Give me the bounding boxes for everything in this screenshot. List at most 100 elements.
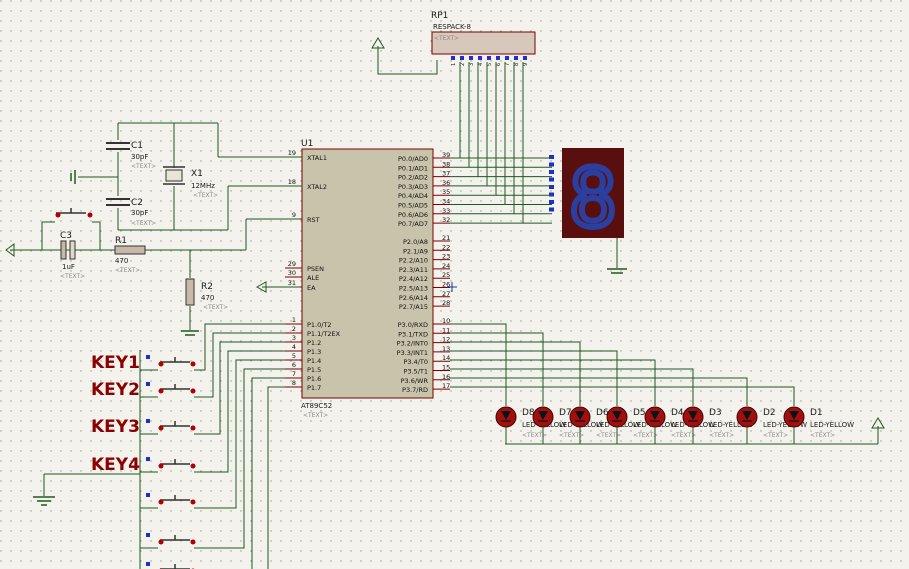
u1-right-pin-name: P3.7/RD (402, 386, 428, 394)
u1-right-pin-number: 34 (442, 198, 450, 206)
u1-right-pin-name: P0.4/AD4 (398, 192, 428, 200)
c3-value: 1uF (62, 263, 75, 271)
u1-left-pin-name: P1.5 (307, 366, 321, 374)
u1-right-pin-name: P3.2/INT0 (397, 340, 428, 348)
u1-right-pin-number: 38 (442, 160, 450, 168)
led-ref: D3 (709, 408, 722, 418)
led-text: <TEXT> (671, 432, 696, 439)
u1-left-pin-name: P1.2 (307, 339, 321, 347)
key-pin-marker (146, 533, 150, 537)
seg-pin-marker (549, 200, 554, 204)
u1-right-pin-number: 36 (442, 179, 450, 187)
u1-right-pin-name: P0.5/AD5 (398, 202, 428, 210)
u1-right-pin-number: 27 (442, 290, 450, 298)
rp1-pin-number: 9 (523, 63, 529, 66)
u1-left-pin-name: XTAL1 (307, 154, 327, 162)
rp1-pin-number: 4 (478, 63, 484, 66)
schematic-canvas[interactable]: RP1 RESPACK-8 <TEXT> 123456789 U1 AT89C5… (0, 0, 909, 569)
u1-left-pin-name: P1.3 (307, 348, 321, 356)
u1-left-pin-number: 29 (288, 260, 296, 268)
c1-text: <TEXT> (131, 163, 156, 170)
r2-value: 470 (201, 294, 214, 302)
key-label-4: KEY4 (91, 455, 140, 475)
r1-value: 470 (115, 257, 128, 265)
u1-right-pin-number: 11 (442, 326, 450, 334)
key-label-2: KEY2 (91, 380, 140, 400)
c2-value: 30pF (131, 209, 148, 217)
u1-right-pin-number: 25 (442, 271, 450, 279)
u1-text: <TEXT> (303, 412, 328, 419)
key-pin-marker (146, 493, 150, 497)
u1-right-pin-number: 35 (442, 188, 450, 196)
led-ref: D4 (671, 408, 684, 418)
led-text: <TEXT> (709, 432, 734, 439)
grid-dots (0, 0, 909, 569)
u1-right-pin-name: P2.6/A14 (399, 294, 428, 302)
u1-left-pin-name: ALE (307, 274, 319, 282)
x1-value: 12MHz (191, 182, 215, 190)
c3-cap-icon (60, 240, 67, 260)
rp1-ref: RP1 (431, 11, 448, 21)
key-label-3: KEY3 (91, 417, 140, 437)
u1-at89c52-chip[interactable]: U1 AT89C52 <TEXT> 19XTAL118XTAL29RST29PS… (285, 139, 450, 419)
rp1-pin-marker (460, 56, 464, 60)
c1-value: 30pF (131, 153, 148, 161)
u1-right-pin-name: P0.2/AD2 (398, 174, 428, 182)
rp1-pin-marker (523, 56, 527, 60)
u1-right-pin-name: P3.0/RXD (398, 321, 428, 329)
u1-right-pin-name: P2.4/A12 (399, 275, 428, 283)
u1-right-pin-name: P3.1/TXD (398, 330, 428, 338)
u1-right-pin-name: P0.6/AD6 (398, 211, 428, 219)
rp1-pin-number: 8 (514, 63, 520, 66)
u1-right-pin-number: 10 (442, 317, 450, 325)
u1-part: AT89C52 (301, 402, 332, 410)
x1-text: <TEXT> (193, 192, 218, 199)
u1-right-pin-number: 16 (442, 373, 450, 381)
u1-left-pin-name: P1.4 (307, 357, 321, 365)
rp1-pin-number: 5 (487, 63, 493, 66)
schematic-svg: RP1 RESPACK-8 <TEXT> 123456789 U1 AT89C5… (0, 0, 909, 569)
u1-right-pin-name: P2.2/A10 (399, 257, 428, 265)
u1-right-pin-name: P0.1/AD1 (398, 164, 428, 172)
u1-right-pin-number: 23 (442, 253, 450, 261)
u1-left-pin-name: PSEN (307, 265, 324, 273)
u1-right-pin-name: P0.7/AD7 (398, 220, 428, 228)
u1-left-pin-number: 1 (292, 316, 296, 324)
seg-pin-marker (549, 207, 554, 212)
u1-left-pin-number: 9 (292, 211, 296, 219)
u1-left-pin-name: RST (307, 216, 320, 224)
seg-pin-marker (549, 170, 554, 174)
key-pin-marker (146, 355, 150, 359)
x1-crystal-icon (165, 169, 183, 182)
u1-right-pin-number: 37 (442, 170, 450, 178)
x1-ref: X1 (191, 169, 203, 179)
u1-right-pin-name: P3.4/T0 (403, 358, 428, 366)
led-ref: D2 (763, 408, 776, 418)
u1-right-pin-number: 22 (442, 243, 450, 251)
u1-left-pin-number: 7 (292, 370, 296, 378)
key-pin-marker (146, 419, 150, 423)
key-pin-marker (146, 562, 150, 566)
u1-ref: U1 (301, 139, 313, 149)
u1-left-pin-number: 18 (288, 178, 296, 186)
c3-text: <TEXT> (60, 273, 85, 280)
u1-right-pin-number: 21 (442, 234, 450, 242)
u1-right-pin-number: 33 (442, 207, 450, 215)
rp1-pin-marker (496, 56, 500, 60)
key-label-1: KEY1 (91, 353, 140, 373)
u1-left-pin-name: XTAL2 (307, 183, 327, 191)
u1-left-pin-number: 3 (292, 334, 296, 342)
rp1-pin-number: 3 (469, 63, 475, 66)
rp1-text: <TEXT> (434, 35, 459, 42)
c2-ref: C2 (131, 198, 143, 208)
u1-right-pin-name: P2.5/A13 (399, 285, 428, 293)
rp1-pin-number: 2 (460, 63, 466, 66)
u1-right-pin-number: 17 (442, 382, 450, 390)
rp1-pin-marker (505, 56, 509, 60)
u1-left-pin-number: 6 (292, 361, 296, 369)
u1-right-pin-name: P2.3/A11 (399, 266, 428, 274)
led-text: <TEXT> (810, 432, 835, 439)
rp1-pin-number: 6 (496, 63, 502, 66)
r1-text: <TEXT> (115, 267, 140, 274)
c3-ref: C3 (60, 231, 72, 241)
